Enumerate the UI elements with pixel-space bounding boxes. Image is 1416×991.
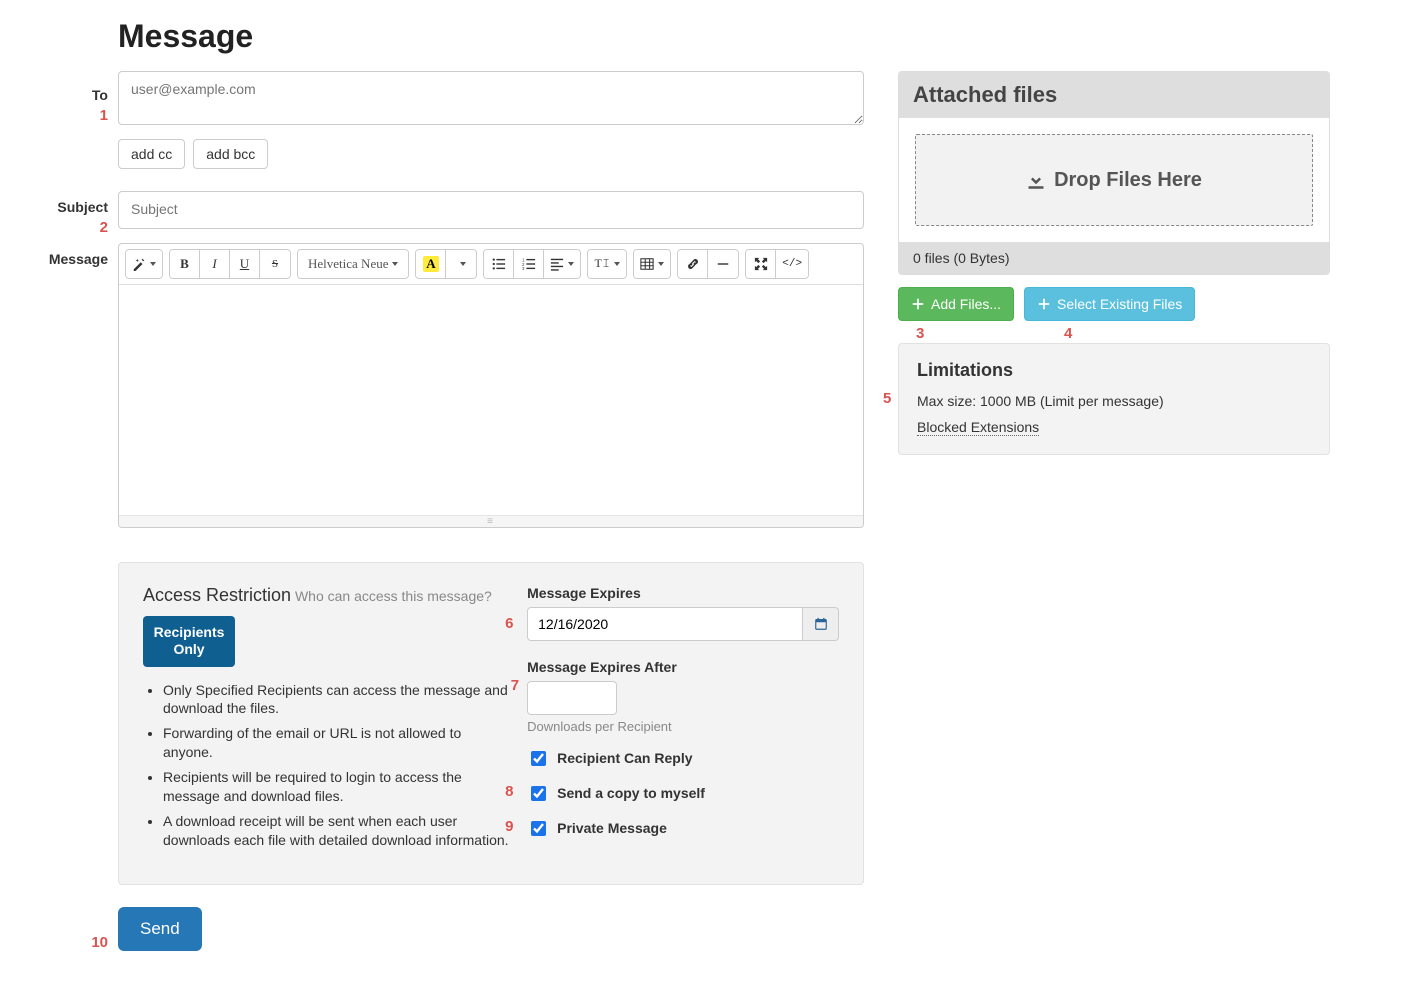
unordered-list-button[interactable] xyxy=(484,250,514,278)
expires-label: Message Expires xyxy=(527,585,839,601)
code-view-button[interactable]: </> xyxy=(776,250,808,278)
page-title: Message xyxy=(118,18,253,55)
private-message-label: Private Message xyxy=(557,820,667,836)
select-existing-label: Select Existing Files xyxy=(1057,296,1182,312)
plus-icon xyxy=(1037,297,1051,311)
marker-2: 2 xyxy=(100,219,108,236)
options-panel: Access Restriction Who can access this m… xyxy=(118,562,864,885)
downloads-per-recipient-input[interactable] xyxy=(527,681,617,715)
add-bcc-button[interactable]: add bcc xyxy=(193,139,268,169)
attached-files-status: 0 files (0 Bytes) xyxy=(899,242,1329,274)
calendar-icon xyxy=(814,617,828,631)
editor-toolbar: B I U S Helvetica Neue xyxy=(119,244,863,285)
file-dropzone[interactable]: Drop Files Here xyxy=(915,134,1313,226)
message-label: Message xyxy=(49,251,108,267)
marker-9: 9 xyxy=(505,818,513,835)
blocked-extensions-link[interactable]: Blocked Extensions xyxy=(917,419,1039,436)
send-copy-checkbox[interactable] xyxy=(531,786,546,801)
access-bullet: Recipients will be required to login to … xyxy=(163,768,509,806)
marker-8: 8 xyxy=(505,783,513,800)
font-family-label: Helvetica Neue xyxy=(308,256,388,272)
recipient-can-reply-label: Recipient Can Reply xyxy=(557,750,692,766)
access-bullet: Only Specified Recipients can access the… xyxy=(163,681,509,719)
table-icon xyxy=(640,257,654,271)
subject-input[interactable] xyxy=(118,191,864,229)
downloads-sub: Downloads per Recipient xyxy=(527,719,839,734)
underline-button[interactable]: U xyxy=(230,250,260,278)
expires-date-picker-button[interactable] xyxy=(803,607,839,641)
add-files-label: Add Files... xyxy=(931,296,1001,312)
to-label: To xyxy=(92,87,108,103)
marker-3: 3 xyxy=(916,325,924,342)
list-ol-icon: 123 xyxy=(522,257,536,271)
style-wand-button[interactable] xyxy=(126,250,162,278)
send-copy-label: Send a copy to myself xyxy=(557,785,705,801)
to-input[interactable] xyxy=(118,71,864,125)
heading-symbol: T𝙸 xyxy=(594,256,610,271)
horizontal-rule-button[interactable] xyxy=(708,250,738,278)
link-button[interactable] xyxy=(678,250,708,278)
bold-button[interactable]: B xyxy=(170,250,200,278)
add-files-button[interactable]: Add Files... xyxy=(898,287,1014,321)
expand-icon xyxy=(754,257,768,271)
marker-10: 10 xyxy=(91,934,108,951)
strikethrough-button[interactable]: S xyxy=(260,250,290,278)
expires-after-label: Message Expires After xyxy=(527,659,839,675)
access-bullet: Forwarding of the email or URL is not al… xyxy=(163,724,509,762)
heading-button[interactable]: T𝙸 xyxy=(588,250,626,278)
ordered-list-button[interactable]: 123 xyxy=(514,250,544,278)
text-color-caret[interactable] xyxy=(446,250,476,278)
access-restriction-title: Access Restriction xyxy=(143,585,291,605)
download-icon xyxy=(1026,170,1046,190)
recipients-only-button[interactable]: Recipients Only xyxy=(143,616,235,667)
select-existing-files-button[interactable]: Select Existing Files xyxy=(1024,287,1195,321)
expires-date-input[interactable] xyxy=(527,607,803,641)
list-ul-icon xyxy=(492,257,506,271)
dropzone-label: Drop Files Here xyxy=(1054,169,1202,192)
marker-5: 5 xyxy=(883,390,891,407)
attached-files-panel: Attached files Drop Files Here 0 files (… xyxy=(898,71,1330,275)
subject-label: Subject xyxy=(57,199,108,215)
access-bullets: Only Specified Recipients can access the… xyxy=(143,681,509,850)
marker-7: 7 xyxy=(511,677,519,694)
max-size-text: Max size: 1000 MB (Limit per message) xyxy=(917,393,1311,409)
marker-4: 4 xyxy=(1064,325,1072,342)
plus-icon xyxy=(911,297,925,311)
marker-1: 1 xyxy=(100,107,108,124)
align-icon xyxy=(550,257,564,271)
send-button[interactable]: Send xyxy=(118,907,202,951)
font-family-select[interactable]: Helvetica Neue xyxy=(298,250,408,278)
message-editor: B I U S Helvetica Neue xyxy=(118,243,864,528)
svg-text:3: 3 xyxy=(522,266,525,271)
recipient-can-reply-checkbox[interactable] xyxy=(531,751,546,766)
editor-resize-handle[interactable] xyxy=(119,515,863,527)
table-button[interactable] xyxy=(634,250,670,278)
message-body-input[interactable] xyxy=(119,285,863,515)
paragraph-align-button[interactable] xyxy=(544,250,580,278)
fullscreen-button[interactable] xyxy=(746,250,776,278)
text-color-button[interactable]: A xyxy=(416,250,446,278)
italic-button[interactable]: I xyxy=(200,250,230,278)
attached-files-title: Attached files xyxy=(899,72,1329,118)
marker-6: 6 xyxy=(505,615,513,632)
minus-icon xyxy=(716,257,730,271)
link-icon xyxy=(686,257,700,271)
private-message-checkbox[interactable] xyxy=(531,821,546,836)
add-cc-button[interactable]: add cc xyxy=(118,139,185,169)
limitations-title: Limitations xyxy=(917,360,1311,381)
access-bullet: A download receipt will be sent when eac… xyxy=(163,812,509,850)
access-restriction-sub: Who can access this message? xyxy=(295,588,492,604)
magic-wand-icon xyxy=(132,257,146,271)
limitations-panel: 5 Limitations Max size: 1000 MB (Limit p… xyxy=(898,343,1330,455)
